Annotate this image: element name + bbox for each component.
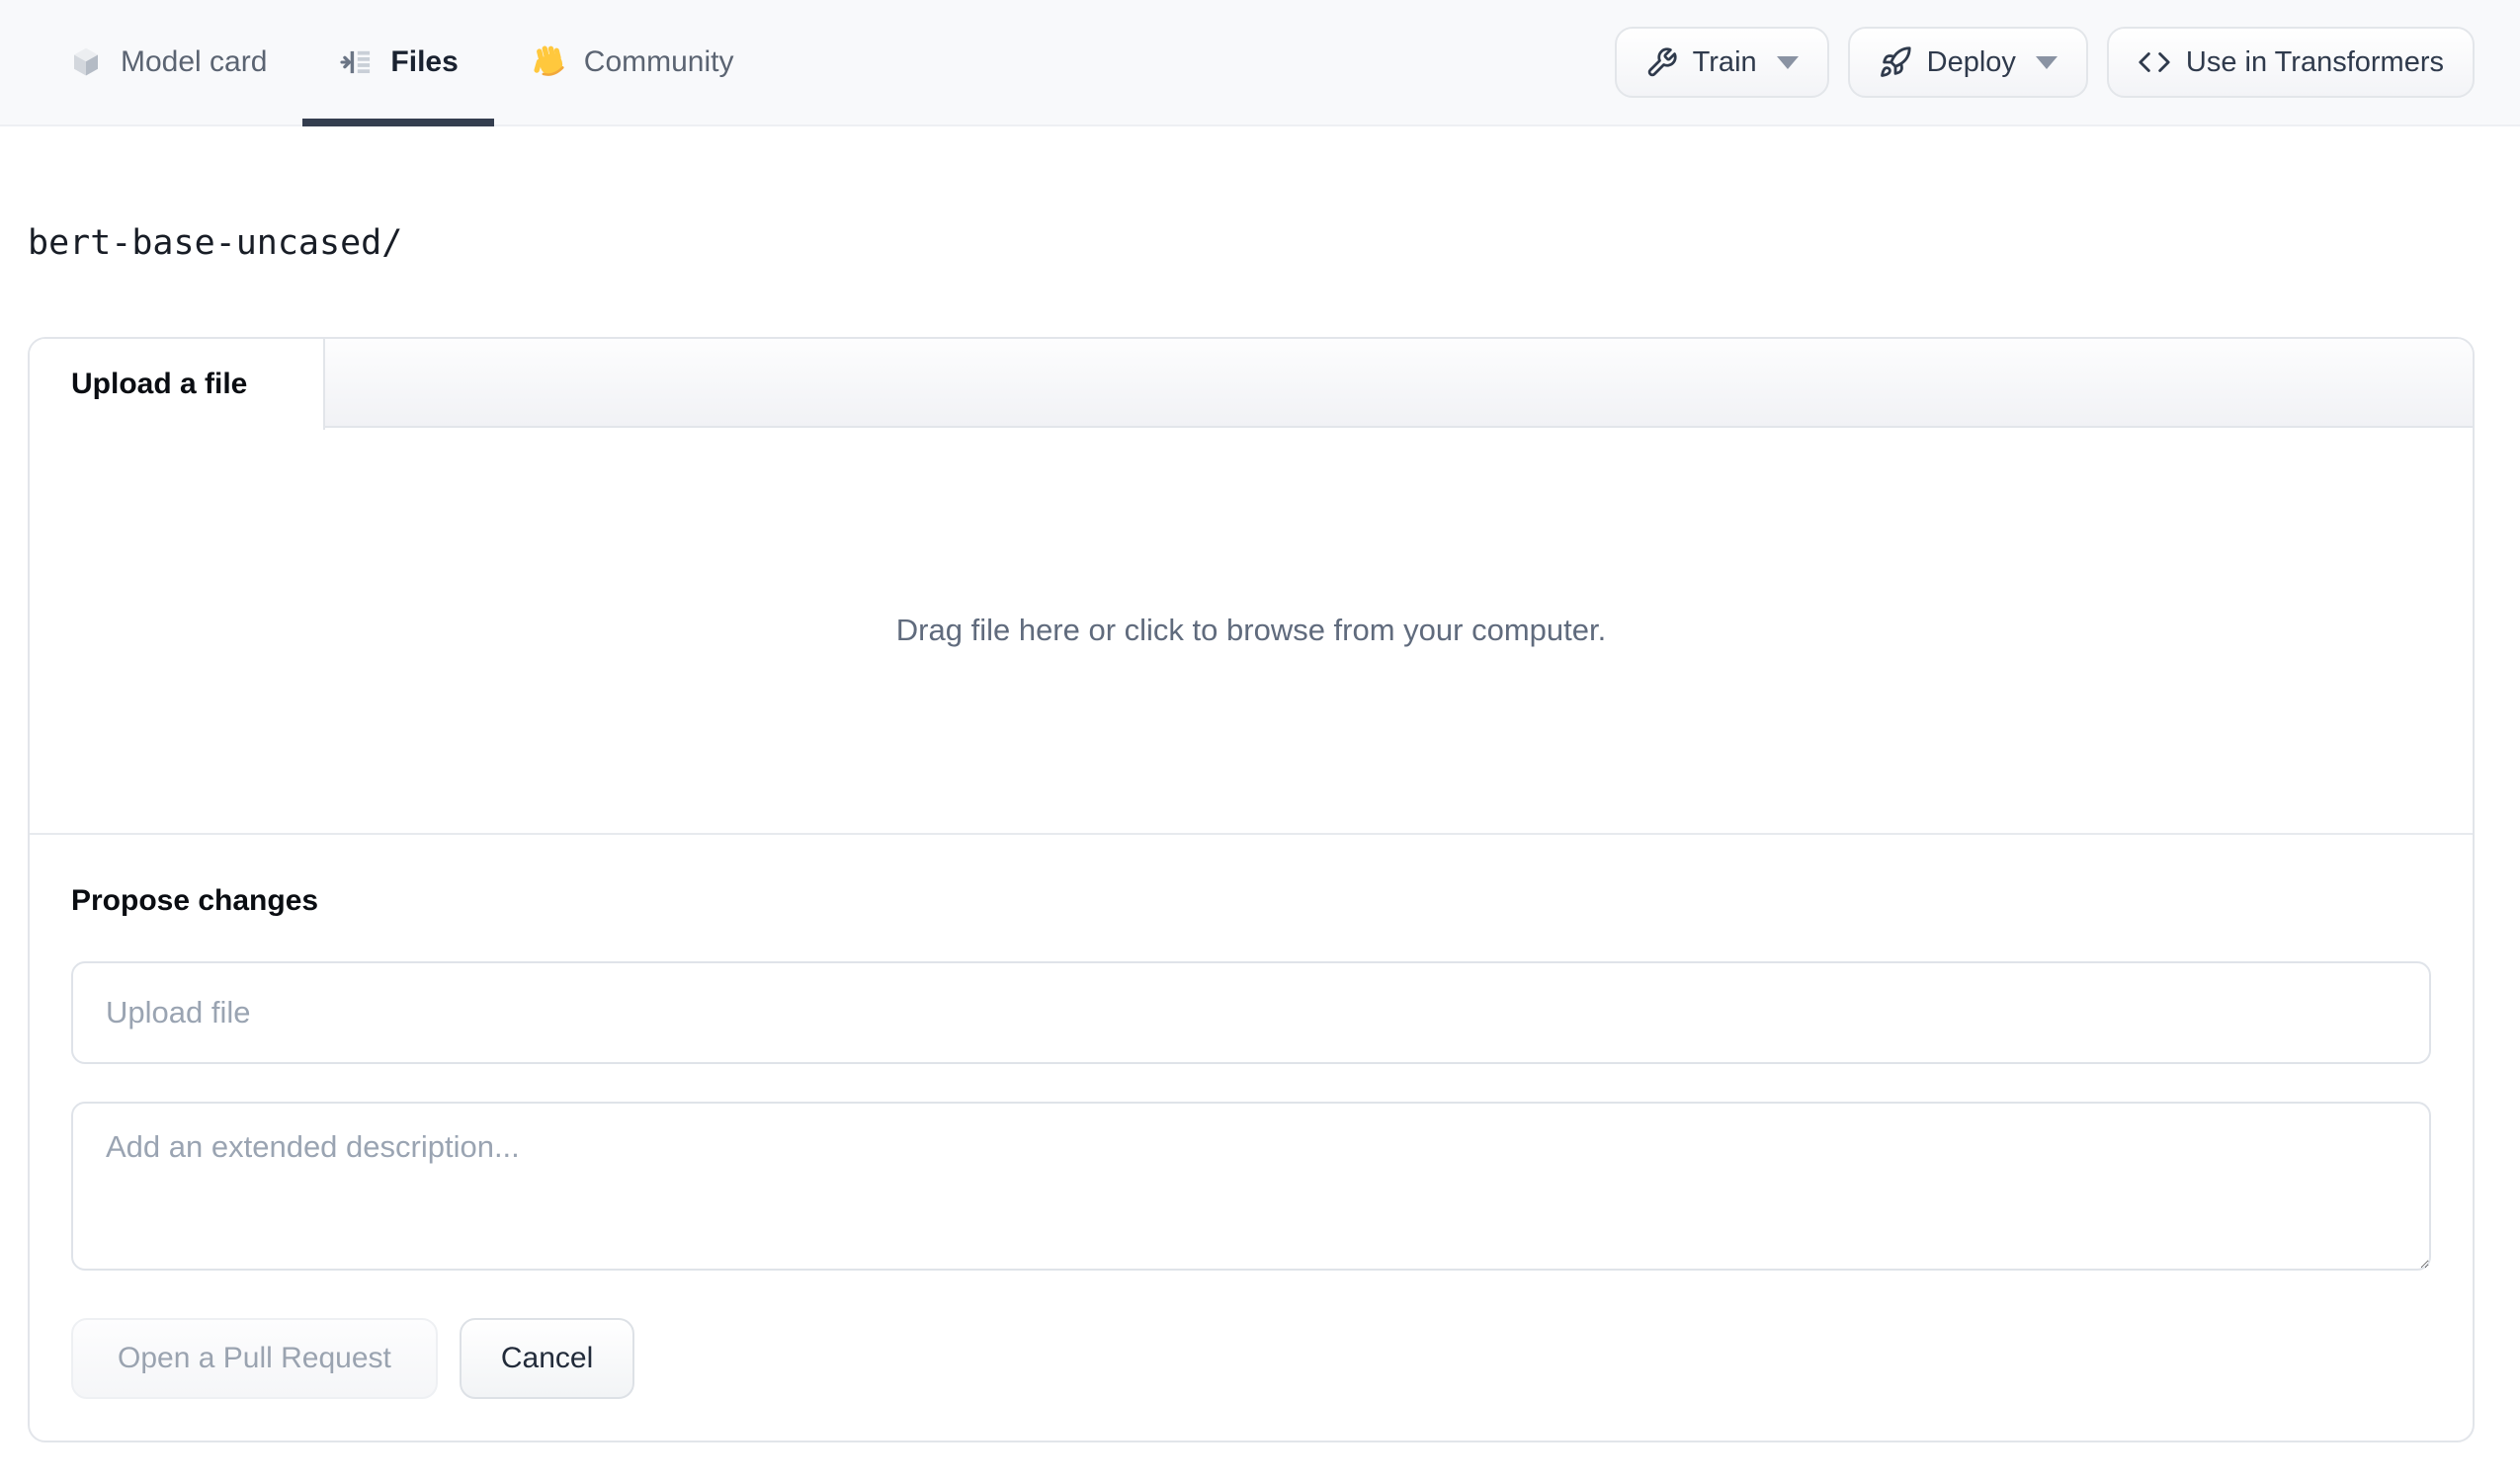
use-in-transformers-button[interactable]: Use in Transformers — [2106, 27, 2475, 98]
upload-a-file-tab[interactable]: Upload a file — [30, 339, 325, 430]
deploy-button-label: Deploy — [1926, 45, 2016, 78]
propose-changes-section: Propose changes Open a Pull Request Canc… — [30, 884, 2473, 1399]
tab-community-label: Community — [583, 45, 734, 78]
tab-model-card-label: Model card — [121, 45, 268, 78]
tab-model-card[interactable]: Model card — [33, 0, 302, 124]
header-actions: Train Deploy Use in Transformers — [1614, 0, 2475, 124]
upload-filename-input[interactable] — [71, 961, 2431, 1064]
rocket-icon — [1879, 45, 1912, 79]
open-pull-request-button[interactable]: Open a Pull Request — [71, 1318, 438, 1399]
tab-files-label: Files — [390, 45, 459, 78]
cancel-button[interactable]: Cancel — [459, 1318, 635, 1399]
file-dropzone[interactable]: Drag file here or click to browse from y… — [30, 428, 2473, 835]
breadcrumb[interactable]: bert-base-uncased/ — [28, 223, 402, 263]
upload-card: Upload a file Drag file here or click to… — [28, 337, 2475, 1442]
tab-files[interactable]: Files — [302, 0, 495, 126]
files-tree-icon — [338, 44, 374, 80]
use-in-transformers-label: Use in Transformers — [2185, 45, 2444, 78]
dropzone-hint-text: Drag file here or click to browse from y… — [895, 613, 1607, 647]
propose-actions-row: Open a Pull Request Cancel — [71, 1318, 2431, 1399]
waving-hand-icon — [530, 43, 567, 81]
chevron-down-icon — [1776, 55, 1799, 69]
chevron-down-icon — [2035, 55, 2058, 69]
code-icon — [2138, 45, 2171, 79]
propose-changes-heading: Propose changes — [71, 884, 319, 917]
repo-tabs: Model card Files Community — [33, 0, 770, 126]
upload-card-tabbar: Upload a file — [30, 339, 2473, 430]
train-button[interactable]: Train — [1614, 27, 1829, 98]
wrench-icon — [1645, 46, 1678, 79]
cube-icon — [68, 44, 104, 80]
deploy-button[interactable]: Deploy — [1847, 27, 2088, 98]
extended-description-textarea[interactable] — [71, 1102, 2431, 1271]
upload-a-file-tab-label: Upload a file — [71, 368, 248, 400]
train-button-label: Train — [1692, 45, 1757, 78]
repo-header: Model card Files Community Train Deploy … — [0, 0, 2520, 126]
tab-community[interactable]: Community — [494, 0, 770, 124]
